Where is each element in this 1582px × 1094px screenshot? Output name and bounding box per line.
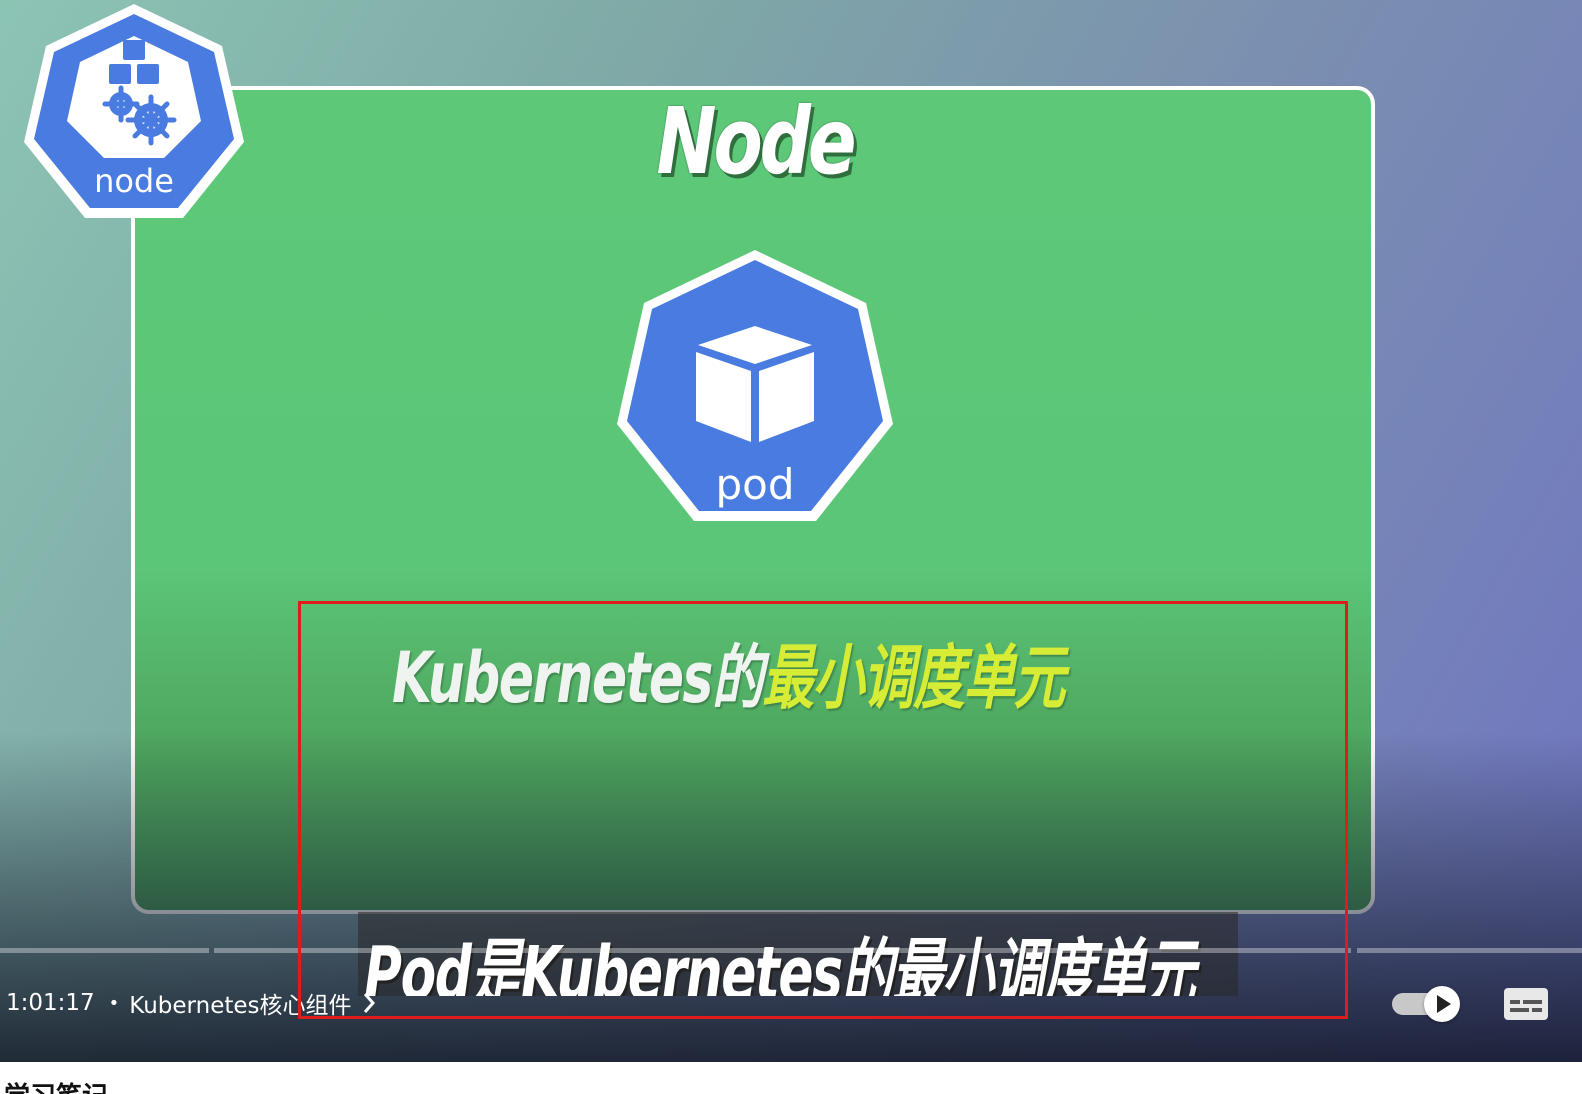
subtitle-box: Pod是Kubernetes的最小调度单元 [358, 912, 1238, 996]
autoplay-knob [1424, 986, 1460, 1022]
progress-bar[interactable] [0, 948, 1582, 953]
chapter-title-button[interactable]: Kubernetes核心组件 [129, 986, 351, 1020]
node-badge-label: node [94, 162, 174, 200]
cut-off-text: 学习笔记 [4, 1076, 108, 1094]
pod-badge-label: pod [715, 460, 794, 509]
chapter-segment[interactable] [214, 948, 1351, 953]
separator-dot: • [108, 992, 120, 1014]
inner-caption: Kubernetes的最小调度单元 [392, 622, 1066, 723]
node-title: Node [656, 88, 857, 195]
time-display: 1:01:17 [6, 990, 95, 1016]
subtitle-text: Pod是Kubernetes的最小调度单元 [364, 931, 1196, 996]
play-icon [1437, 995, 1451, 1013]
below-video-strip: 学习笔记 [0, 1062, 1582, 1094]
time-chapter-bar: 1:01:17 • Kubernetes核心组件 [0, 985, 376, 1021]
pod-badge: pod [617, 250, 893, 521]
chevron-right-icon[interactable] [362, 992, 376, 1014]
inner-caption-yellow: 最小调度单元 [762, 637, 1065, 719]
subtitles-button[interactable] [1502, 986, 1550, 1022]
subtitles-icon [1504, 988, 1548, 1020]
video-player[interactable]: Node node pod Kubernetes的最小调度单元 Pod是Kube… [0, 0, 1582, 1062]
node-badge: node [24, 4, 244, 218]
chapter-segment[interactable] [1357, 948, 1582, 953]
inner-caption-white: Kubernetes的 [392, 637, 764, 719]
autoplay-toggle[interactable] [1390, 986, 1462, 1022]
chapter-segment[interactable] [0, 948, 209, 953]
